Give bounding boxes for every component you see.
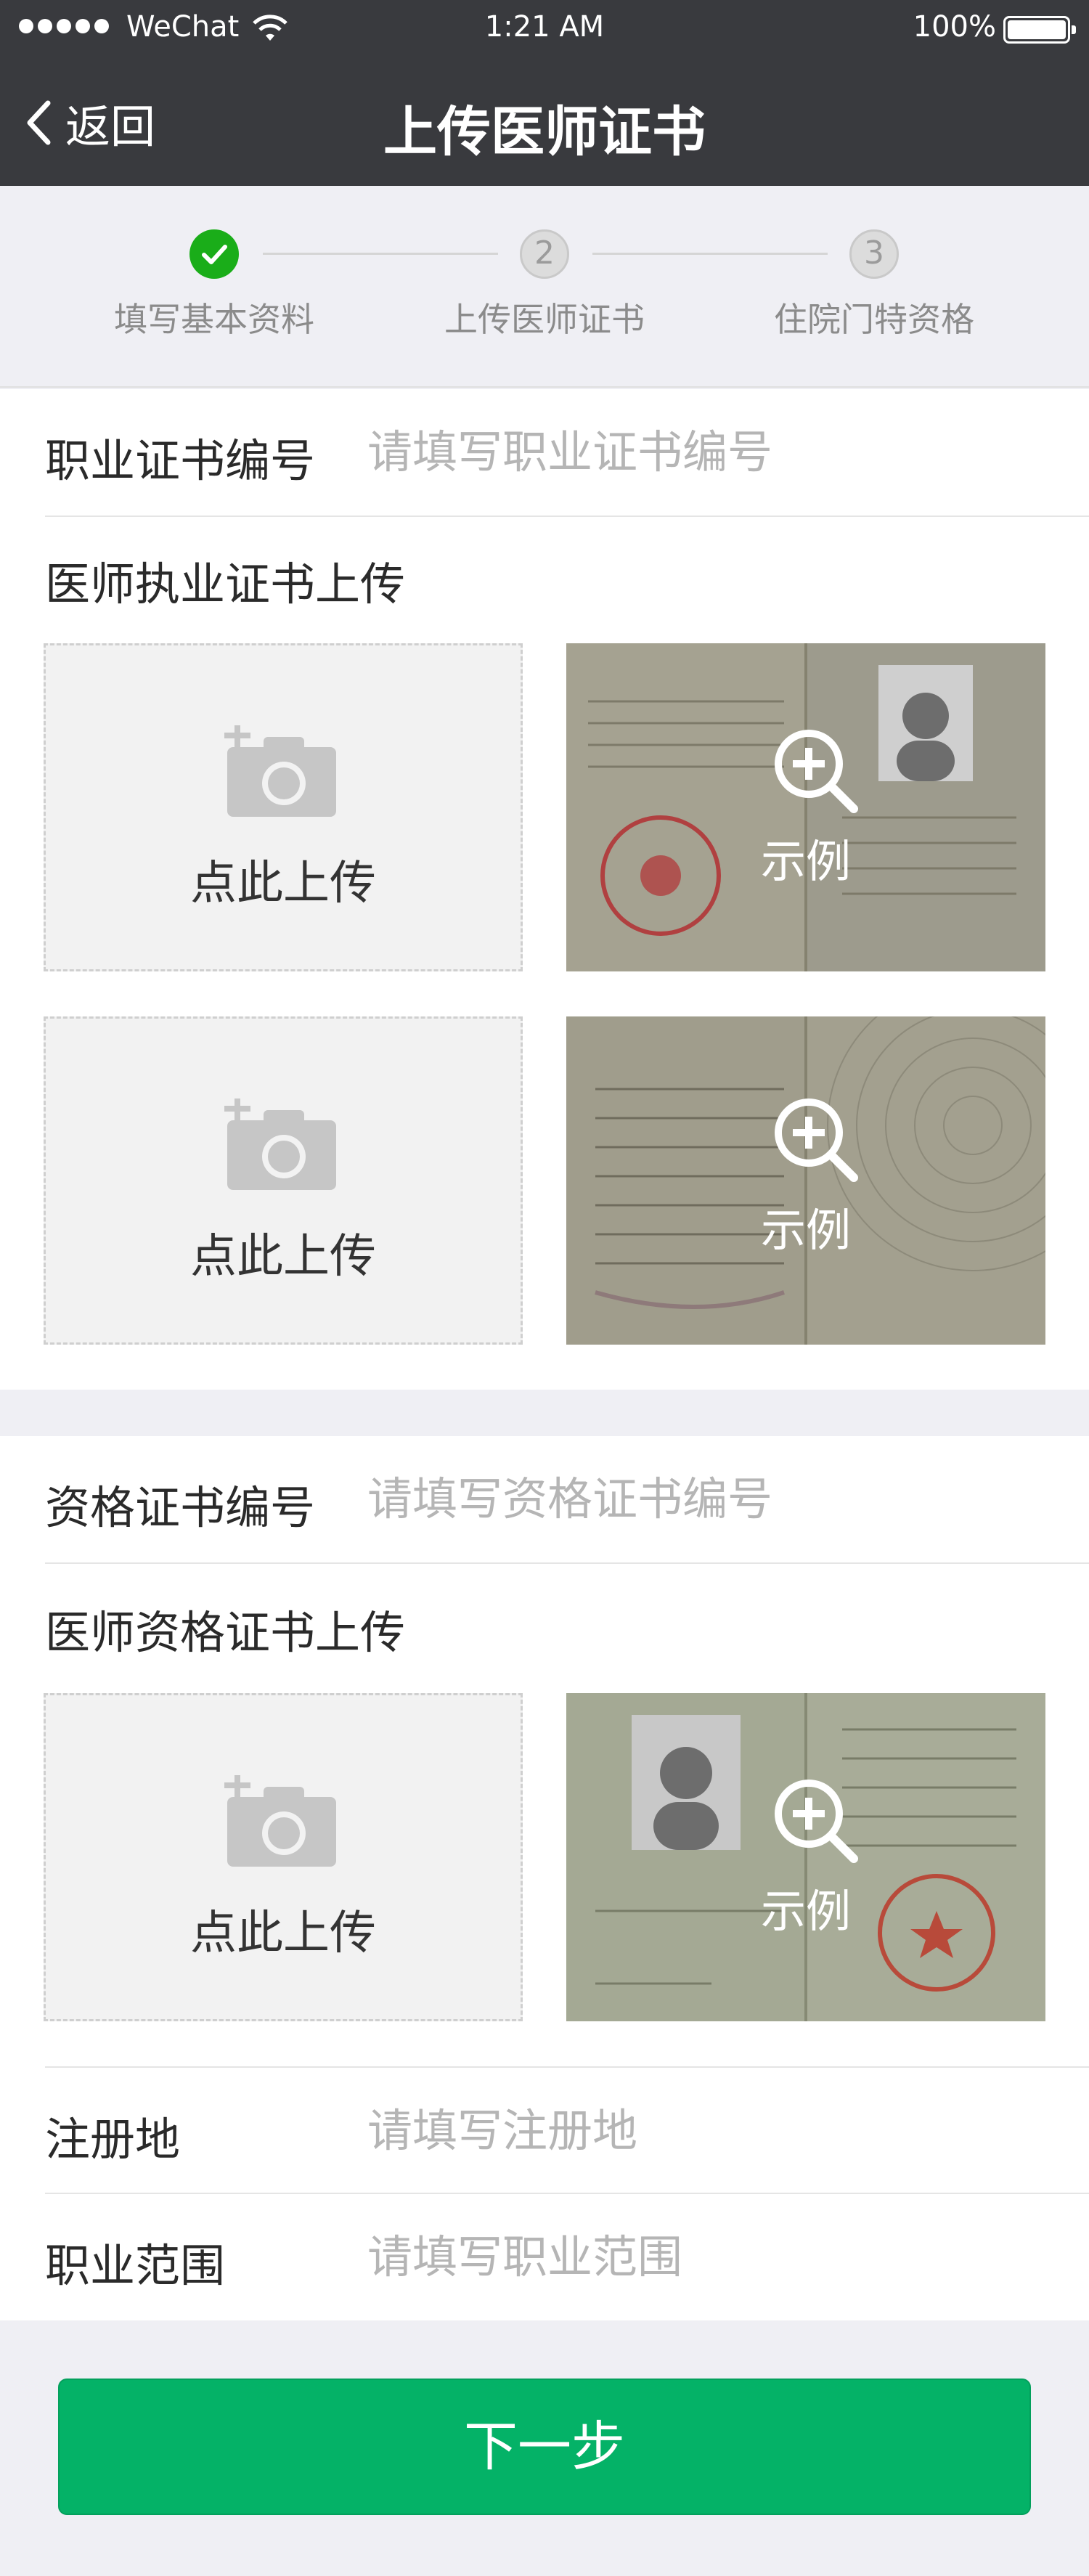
step-1-checkmark-icon (189, 229, 239, 279)
upload-label: 点此上传 (190, 1230, 376, 1284)
practice-cert-number-row: 职业证书编号 (45, 389, 1089, 517)
upload-label: 点此上传 (190, 857, 376, 910)
upload-label: 点此上传 (190, 1907, 376, 1960)
qualification-cert-number-label: 资格证书编号 (45, 1481, 316, 1534)
scope-label: 职业范围 (45, 2239, 226, 2292)
camera-add-icon (224, 1099, 336, 1190)
qualification-certificate-section: 资格证书编号 医师资格证书上传 点此上传 (0, 1436, 1089, 2320)
battery-percentage: 100% (913, 10, 996, 44)
progress-steps: 2 3 填写基本资料 上传医师证书 住院门特资格 (0, 186, 1089, 388)
practice-cert-upload-title: 医师执业证书上传 (45, 558, 406, 611)
practice-cert-example-front[interactable]: 示例 (566, 643, 1045, 971)
checkmark-icon (202, 245, 227, 264)
qualification-cert-example[interactable]: 示例 (566, 1693, 1045, 2021)
practice-cert-example-back[interactable]: 示例 (566, 1016, 1045, 1345)
example-label: 示例 (761, 835, 852, 888)
step-1-label: 填写基本资料 (114, 300, 314, 339)
qualification-cert-number-input[interactable] (367, 1462, 1064, 1535)
battery-icon (1003, 16, 1076, 44)
registration-input[interactable] (367, 2094, 1064, 2167)
scope-input[interactable] (367, 2220, 1064, 2293)
step-3-label: 住院门特资格 (774, 300, 974, 339)
qualification-cert-upload-title: 医师资格证书上传 (45, 1606, 406, 1659)
step-3-number: 3 (849, 229, 899, 279)
practice-cert-number-label: 职业证书编号 (45, 434, 316, 487)
registration-row: 注册地 (45, 2066, 1089, 2194)
practice-cert-upload-front[interactable]: 点此上传 (44, 643, 523, 971)
upload-doctor-certificate-page: WeChat 1:21 AM 100% 返回 上传医师证书 2 3 填写基本资料… (0, 0, 1089, 2576)
scope-row: 职业范围 (45, 2194, 1089, 2322)
status-bar: WeChat 1:21 AM 100% (0, 0, 1089, 61)
step-connector (592, 253, 828, 255)
step-connector (263, 253, 498, 255)
example-label: 示例 (761, 1204, 852, 1257)
step-2-number: 2 (520, 229, 569, 279)
next-step-button[interactable]: 下一步 (58, 2379, 1031, 2515)
zoom-in-icon (775, 1780, 858, 1863)
zoom-in-icon (775, 1099, 858, 1182)
navigation-bar: 返回 上传医师证书 (0, 61, 1089, 186)
top-bar: WeChat 1:21 AM 100% 返回 上传医师证书 (0, 0, 1089, 186)
practice-certificate-section: 职业证书编号 医师执业证书上传 点此上传 (0, 389, 1089, 1390)
qualification-cert-upload[interactable]: 点此上传 (44, 1693, 523, 2021)
practice-cert-upload-back[interactable]: 点此上传 (44, 1016, 523, 1345)
registration-label: 注册地 (45, 2113, 181, 2166)
practice-cert-number-input[interactable] (367, 415, 1064, 488)
zoom-in-icon (775, 730, 858, 813)
qualification-cert-number-row: 资格证书编号 (45, 1436, 1089, 1564)
example-label: 示例 (761, 1885, 852, 1938)
camera-add-icon (224, 725, 336, 817)
camera-add-icon (224, 1775, 336, 1867)
page-title: 上传医师证书 (383, 101, 706, 163)
step-2-label: 上传医师证书 (444, 300, 645, 339)
